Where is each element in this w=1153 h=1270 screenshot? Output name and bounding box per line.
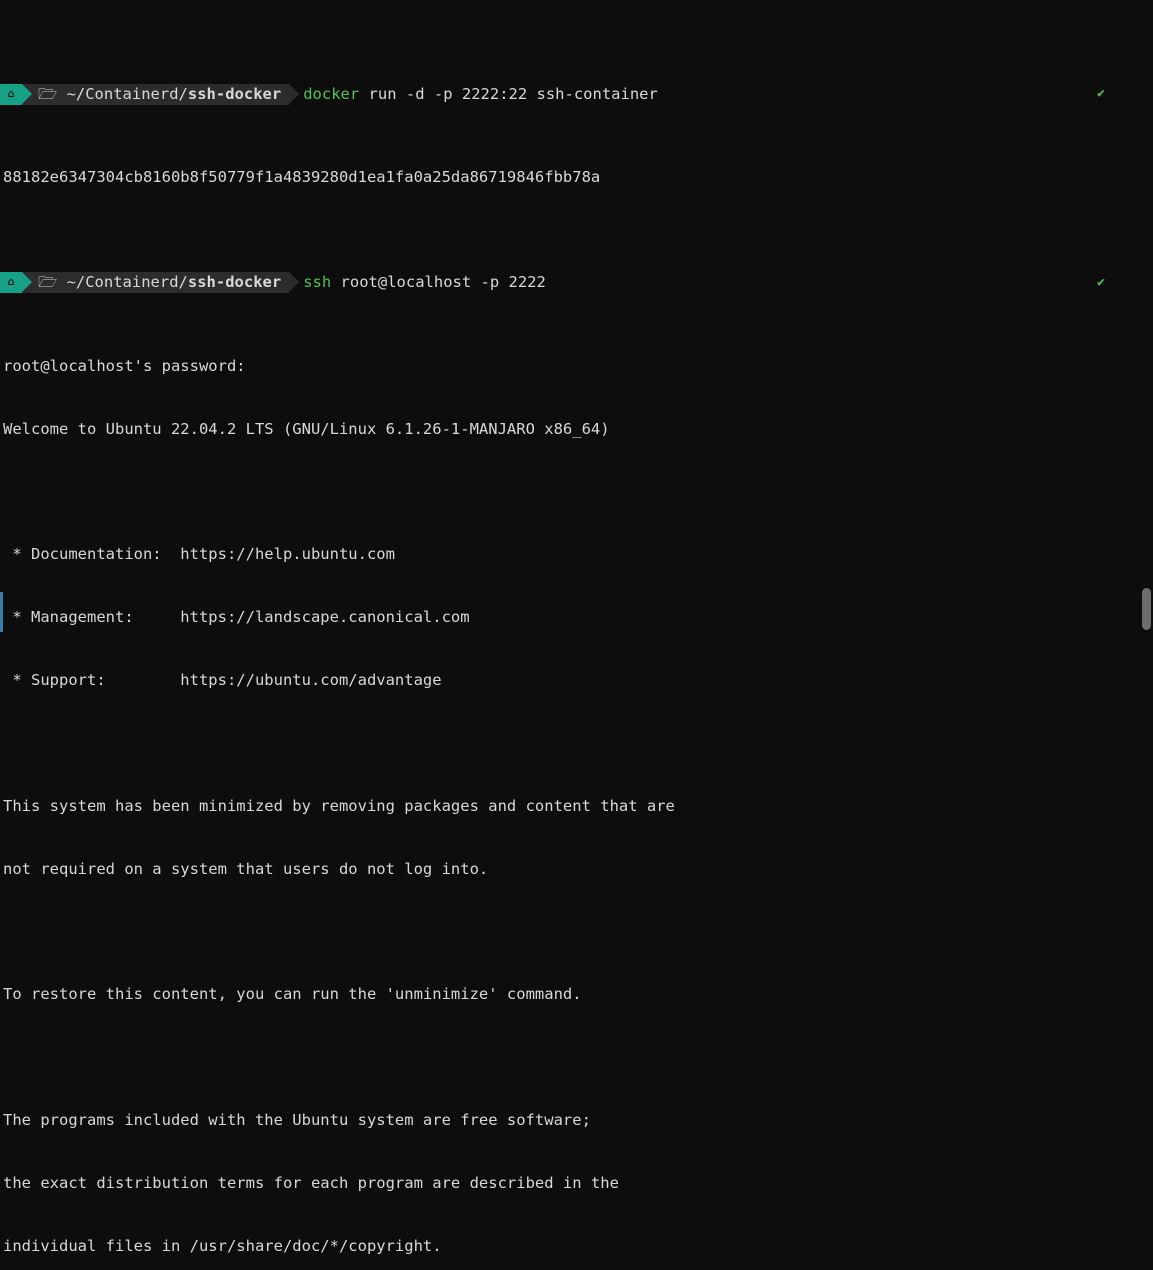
prompt-path: 🗁 ~/Containerd/ssh-docker	[22, 272, 289, 293]
output-line: individual files in /usr/share/doc/*/cop…	[0, 1236, 1153, 1257]
path-prefix: ~/Containerd/	[57, 84, 188, 105]
prompt-line-2: ⌂ 🗁 ~/Containerd/ssh-docker ssh root@loc…	[0, 272, 1153, 293]
output-line	[0, 922, 1153, 943]
output-line: the exact distribution terms for each pr…	[0, 1173, 1153, 1194]
command-name: docker	[303, 84, 359, 105]
output-line: * Support: https://ubuntu.com/advantage	[0, 670, 1153, 691]
command-args: run -d -p 2222:22 ssh-container	[359, 84, 658, 105]
path-prefix: ~/Containerd/	[57, 272, 188, 293]
home-icon: ⌂	[0, 272, 22, 293]
output-line	[0, 482, 1153, 503]
output-line: To restore this content, you can run the…	[0, 984, 1153, 1005]
path-current-dir: ssh-docker	[188, 84, 281, 105]
command-args: root@localhost -p 2222	[331, 272, 546, 293]
output-line: * Management: https://landscape.canonica…	[0, 607, 1153, 628]
check-icon: ✔	[1097, 274, 1105, 292]
selection-bar	[0, 592, 3, 632]
output-line	[0, 1047, 1153, 1068]
home-icon: ⌂	[0, 84, 22, 105]
output-line: Welcome to Ubuntu 22.04.2 LTS (GNU/Linux…	[0, 419, 1153, 440]
terminal[interactable]: ⌂ 🗁 ~/Containerd/ssh-docker docker run -…	[0, 0, 1153, 1270]
command-area: ssh root@localhost -p 2222	[289, 272, 546, 293]
output-line: root@localhost's password:	[0, 356, 1153, 377]
folder-icon: 🗁	[38, 272, 57, 293]
prompt-path: 🗁 ~/Containerd/ssh-docker	[22, 84, 289, 105]
path-current-dir: ssh-docker	[188, 272, 281, 293]
folder-icon: 🗁	[38, 84, 57, 105]
output-line: * Documentation: https://help.ubuntu.com	[0, 544, 1153, 565]
output-line: not required on a system that users do n…	[0, 859, 1153, 880]
output-line: The programs included with the Ubuntu sy…	[0, 1110, 1153, 1131]
prompt-line-1: ⌂ 🗁 ~/Containerd/ssh-docker docker run -…	[0, 84, 1153, 105]
output-line: This system has been minimized by removi…	[0, 796, 1153, 817]
command-name: ssh	[303, 272, 331, 293]
command-area: docker run -d -p 2222:22 ssh-container	[289, 84, 658, 105]
scrollbar-thumb[interactable]	[1142, 588, 1151, 630]
output-container-id: 88182e6347304cb8160b8f50779f1a4839280d1e…	[0, 167, 1153, 188]
output-line	[0, 733, 1153, 754]
check-icon: ✔	[1097, 85, 1105, 103]
